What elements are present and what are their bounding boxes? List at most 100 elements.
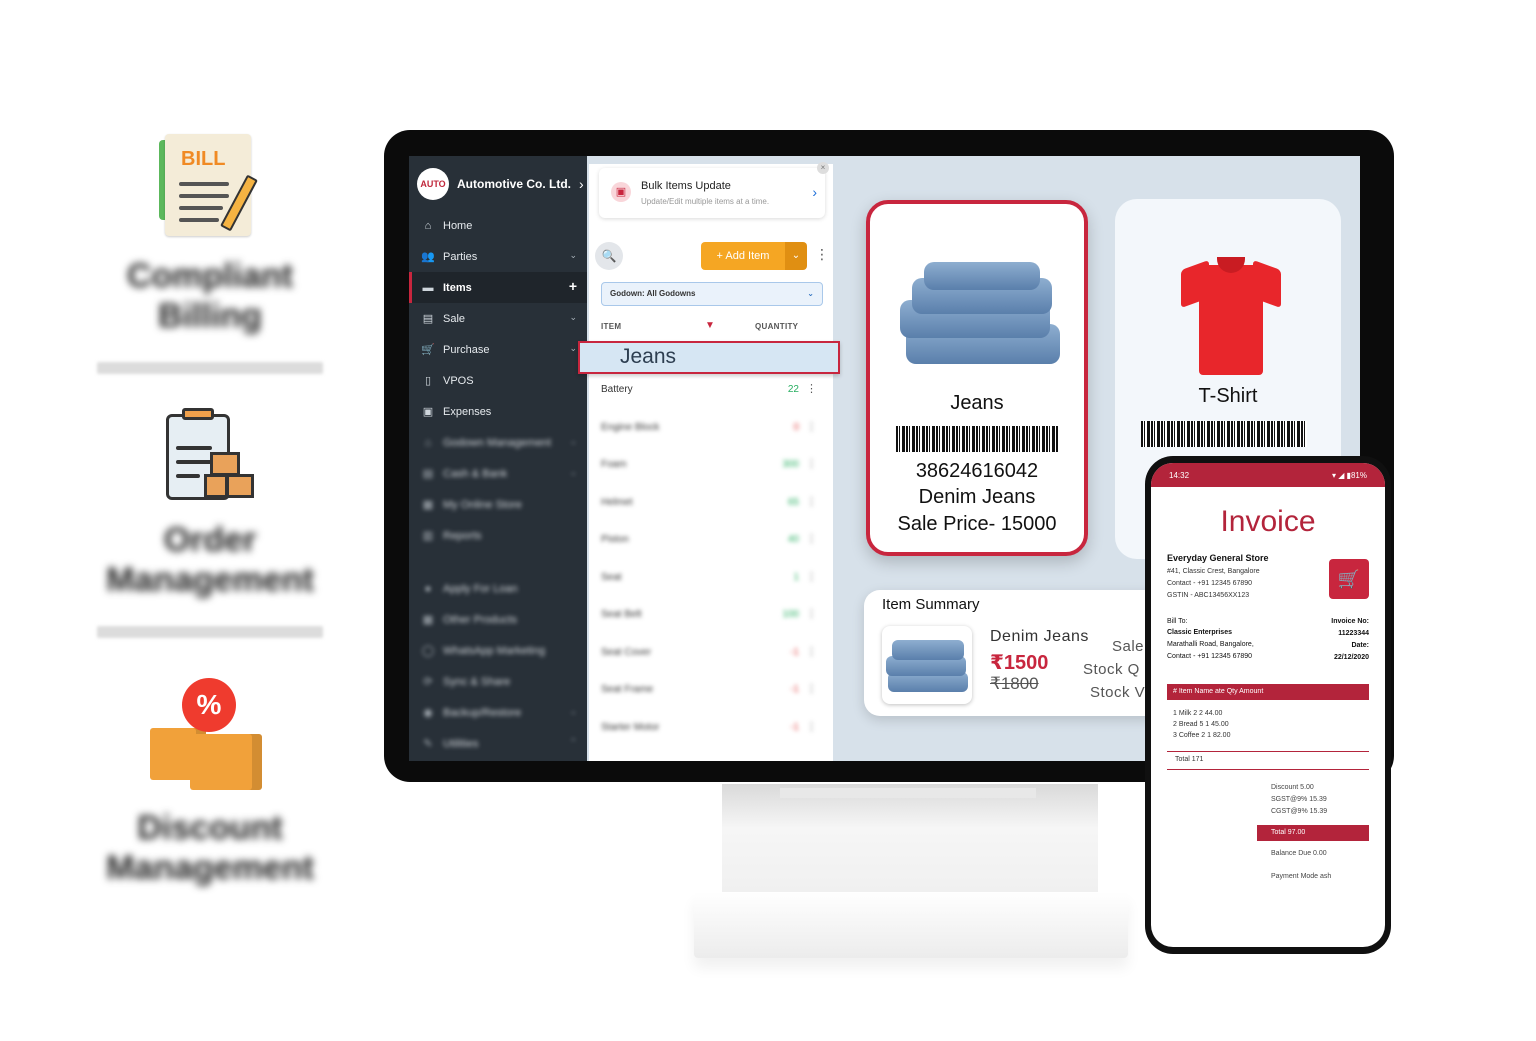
invoice-grand-total: Total 97.00	[1257, 825, 1369, 841]
highlighted-item-jeans[interactable]: Jeans	[578, 341, 840, 374]
list-item[interactable]: Seat Cover -1 ⋮	[589, 643, 833, 681]
list-item[interactable]: Seat Frame -1 ⋮	[589, 680, 833, 718]
sidebar-item-items[interactable]: ▬ Items +	[409, 272, 587, 303]
summary-item-name: Denim Jeans	[990, 628, 1089, 645]
more-options-icon[interactable]: ⋮	[806, 682, 817, 695]
filter-icon[interactable]: ▼	[705, 320, 715, 331]
more-options-icon[interactable]: ⋮	[806, 420, 817, 433]
chevron-icon[interactable]: ⌄	[569, 706, 577, 717]
sidebar-item-label: Sync & Share	[443, 675, 511, 688]
more-options-icon[interactable]: ⋮	[806, 382, 817, 395]
invoice-cgst: CGST@9% 15.39	[1271, 808, 1328, 815]
utilities-icon: ✎	[423, 737, 433, 750]
item-name: Piston	[601, 534, 629, 545]
more-options-icon[interactable]: ⋮	[806, 570, 817, 583]
store-contact: Contact - +91 12345 67890	[1167, 580, 1253, 587]
vpos-icon: ▯	[424, 374, 432, 387]
more-options-icon[interactable]: ⋮	[806, 720, 817, 733]
invoice-number-label: Invoice No:	[1331, 618, 1369, 625]
sale-icon: ▤	[422, 312, 434, 325]
sidebar-item-label: Sale	[443, 312, 466, 325]
item-name: Starter Motor	[601, 721, 660, 733]
invoice-payment-mode: Payment Mode ash	[1271, 873, 1332, 880]
more-options-icon[interactable]: ⋮	[815, 246, 829, 263]
company-name: Automotive Co. Ltd.	[457, 177, 571, 191]
wallet-icon: ▣	[422, 405, 434, 418]
list-item[interactable]: Starter Motor -1 ⋮	[589, 718, 833, 756]
sidebar-item-label: Backup/Restore	[443, 706, 522, 719]
invoice-line: 3 Coffee 2 1 82.00	[1173, 732, 1231, 739]
sidebar-item-vpos[interactable]: ▯ VPOS	[409, 365, 587, 396]
search-icon[interactable]: 🔍	[595, 242, 623, 270]
invoice-date-label: Date:	[1351, 642, 1369, 649]
card-tshirt-title: T-Shirt	[1198, 385, 1258, 407]
item-name: Engine Block	[601, 421, 660, 433]
more-options-icon[interactable]: ⋮	[806, 607, 817, 620]
sidebar-item-sale[interactable]: ▤ Sale ⌄	[409, 303, 587, 334]
divider	[97, 362, 323, 374]
card-jeans-name: Denim Jeans	[918, 486, 1036, 508]
sidebar-item-parties[interactable]: 👥 Parties ⌄	[409, 241, 587, 272]
invoice-sgst: SGST@9% 15.39	[1271, 796, 1327, 803]
more-options-icon[interactable]: ⋮	[806, 532, 817, 545]
sidebar-item-home[interactable]: ⌂ Home	[409, 210, 587, 241]
sidebar-item-other-products[interactable]: ▦ Other Products	[409, 604, 587, 635]
list-item[interactable]: Seat 1 ⋮	[589, 568, 833, 606]
list-item[interactable]: Seat Belt 100 ⋮	[589, 605, 833, 643]
add-item-button[interactable]: + Add Item	[701, 242, 785, 270]
discount-boxes-icon: %	[150, 678, 270, 790]
sidebar-item-expenses[interactable]: ▣ Expenses	[409, 396, 587, 427]
company-switcher[interactable]: AUTO Automotive Co. Ltd. ›	[417, 166, 584, 202]
tshirt-image	[1181, 251, 1281, 377]
bulk-items-update-banner[interactable]: ▣ Bulk Items Update Update/Edit multiple…	[599, 162, 829, 218]
summary-label-sale: Sale	[1112, 638, 1145, 655]
more-options-icon[interactable]: ⋮	[806, 495, 817, 508]
sidebar-item-my-online-store[interactable]: ▦ My Online Store	[409, 489, 587, 520]
sidebar-item-whatsapp-marketing[interactable]: ◯ WhatsApp Marketing	[409, 635, 587, 666]
items-panel: ▣ Bulk Items Update Update/Edit multiple…	[589, 162, 833, 761]
percent-badge-icon: %	[182, 678, 236, 732]
chevron-icon[interactable]: ⌄	[569, 343, 577, 354]
chevron-down-icon[interactable]: ⌄	[785, 242, 807, 270]
sidebar-item-apply-for-loan[interactable]: ● Apply For Loan	[409, 573, 587, 604]
sidebar-item-utilities[interactable]: ✎ Utilities ⌃	[409, 728, 587, 759]
store-icon: ▦	[422, 498, 434, 511]
sidebar-item-cash-bank[interactable]: ▤ Cash & Bank ⌄	[409, 458, 587, 489]
more-options-icon[interactable]: ⋮	[806, 457, 817, 470]
invoice-balance: Balance Due 0.00	[1271, 850, 1327, 857]
sidebar-item-reports[interactable]: ▥ Reports	[409, 520, 587, 551]
chevron-right-icon[interactable]: ›	[812, 184, 817, 200]
item-name: Seat Belt	[601, 609, 642, 620]
invoice-discount: Discount 5.00	[1271, 784, 1314, 791]
more-options-icon[interactable]: ⋮	[806, 645, 817, 658]
chevron-icon[interactable]: ⌃	[569, 737, 577, 748]
status-icons: ▾ ◢ ▮81%	[1331, 471, 1367, 480]
loan-icon: ●	[424, 582, 432, 595]
home-icon: ⌂	[424, 219, 432, 232]
sidebar-item-sync-share[interactable]: ⟳ Sync & Share	[409, 666, 587, 697]
sidebar-item-label: Expenses	[443, 405, 492, 418]
status-bar: 14:32 ▾ ◢ ▮81%	[1151, 463, 1385, 487]
bill-icon: BILL	[155, 134, 265, 238]
close-icon[interactable]: ×	[817, 162, 829, 174]
chevron-right-icon: ›	[579, 176, 584, 192]
sidebar-item-label: Apply For Loan	[443, 582, 518, 595]
sidebar-item-purchase[interactable]: 🛒 Purchase ⌄	[409, 334, 587, 365]
godown-select[interactable]: Godown: All Godowns ⌄	[601, 282, 823, 306]
chevron-icon[interactable]: ⌄	[569, 312, 577, 323]
list-item[interactable]: Piston 40 ⋮	[589, 530, 833, 568]
item-quantity: -1	[790, 721, 799, 733]
list-item[interactable]: Helmet 65 ⋮	[589, 493, 833, 531]
invoice-table-header: # Item Name ate Qty Amount	[1167, 684, 1369, 700]
plus-icon[interactable]: +	[569, 278, 577, 294]
sidebar-item-backup-restore[interactable]: ◉ Backup/Restore ⌄	[409, 697, 587, 728]
list-item[interactable]: Battery 22 ⋮	[589, 380, 833, 418]
list-item[interactable]: Foam 300 ⋮	[589, 455, 833, 493]
list-item[interactable]: Engine Block 0 ⋮	[589, 418, 833, 456]
chevron-icon[interactable]: ⌄	[569, 467, 577, 478]
chevron-icon[interactable]: ⌄	[569, 436, 577, 447]
chevron-icon[interactable]: ⌄	[569, 250, 577, 261]
sidebar-item-label: My Online Store	[443, 498, 522, 511]
barcode	[1141, 421, 1307, 447]
sidebar-item-godown-management[interactable]: ⌂ Godown Management ⌄	[409, 427, 587, 458]
